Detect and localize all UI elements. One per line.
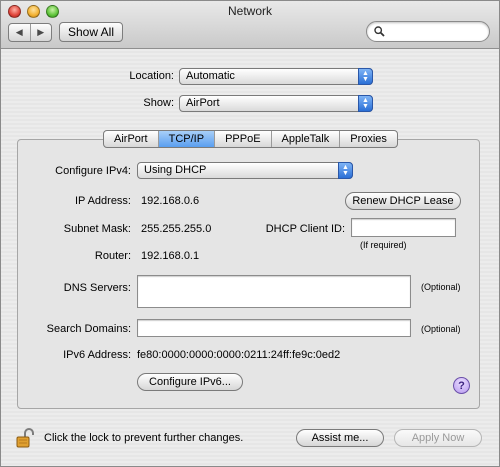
router-label: Router:	[94, 250, 131, 262]
ip-address-label: IP Address:	[74, 195, 131, 207]
show-popup[interactable]: AirPort ▲ ▼	[179, 95, 373, 112]
tab-panel	[17, 139, 480, 409]
popup-arrows-icon: ▲ ▼	[358, 68, 373, 85]
location-label: Location:	[129, 70, 174, 82]
search-field[interactable]	[366, 21, 490, 42]
tab-bar: AirPort TCP/IP PPPoE AppleTalk Proxies	[103, 130, 398, 148]
dns-optional-hint: (Optional)	[421, 282, 461, 292]
assist-me-button[interactable]: Assist me...	[296, 429, 384, 447]
dhcp-client-id-field[interactable]	[351, 218, 456, 237]
question-mark-icon[interactable]: ?	[453, 377, 470, 394]
dns-servers-label: DNS Servers:	[63, 282, 131, 294]
window-title: Network	[227, 4, 272, 18]
title-toolbar: Network ◀ ▶ Show All	[1, 1, 499, 49]
popup-arrows-icon: ▲ ▼	[338, 162, 353, 179]
lock-message: Click the lock to prevent further change…	[44, 432, 244, 444]
ipv6-address-label: IPv6 Address:	[63, 349, 131, 361]
search-domains-label: Search Domains:	[46, 323, 131, 335]
location-value: Automatic	[186, 70, 235, 82]
configure-ipv4-popup[interactable]: Using DHCP ▲ ▼	[137, 162, 353, 179]
dhcp-client-id-label: DHCP Client ID:	[265, 223, 345, 235]
back-forward-control: ◀ ▶	[8, 23, 52, 42]
popup-arrows-icon: ▲ ▼	[358, 95, 373, 112]
location-popup[interactable]: Automatic ▲ ▼	[179, 68, 373, 85]
search-domains-field[interactable]	[137, 319, 411, 337]
renew-dhcp-lease-button[interactable]: Renew DHCP Lease	[345, 192, 461, 210]
tab-tcpip[interactable]: TCP/IP	[157, 131, 215, 147]
apply-now-button[interactable]: Apply Now	[394, 429, 482, 447]
search-domains-optional-hint: (Optional)	[421, 324, 461, 334]
tab-proxies[interactable]: Proxies	[339, 131, 397, 147]
if-required-hint: (If required)	[360, 240, 407, 250]
back-arrow-icon[interactable]: ◀	[9, 24, 30, 41]
show-label: Show:	[143, 97, 174, 109]
subnet-mask-value: 255.255.255.0	[141, 223, 212, 235]
subnet-mask-label: Subnet Mask:	[63, 223, 131, 235]
network-preferences-window: Network ◀ ▶ Show All Location: Automatic…	[0, 0, 500, 467]
magnifier-icon	[374, 26, 385, 37]
ipv6-address-value: fe80:0000:0000:0000:0211:24ff:fe9c:0ed2	[137, 349, 341, 361]
show-all-button[interactable]: Show All	[59, 22, 123, 42]
dns-servers-field[interactable]	[137, 275, 411, 308]
forward-arrow-icon[interactable]: ▶	[29, 24, 52, 41]
configure-ipv4-value: Using DHCP	[144, 164, 207, 176]
router-value: 192.168.0.1	[141, 250, 200, 262]
open-lock-icon[interactable]	[16, 428, 36, 448]
tab-airport[interactable]: AirPort	[104, 131, 158, 147]
show-value: AirPort	[186, 97, 220, 109]
tab-pppoe[interactable]: PPPoE	[214, 131, 270, 147]
configure-ipv6-button[interactable]: Configure IPv6...	[137, 373, 243, 391]
tab-appletalk[interactable]: AppleTalk	[270, 131, 340, 147]
ip-address-value: 192.168.0.6	[141, 195, 200, 207]
configure-ipv4-label: Configure IPv4:	[55, 165, 131, 177]
